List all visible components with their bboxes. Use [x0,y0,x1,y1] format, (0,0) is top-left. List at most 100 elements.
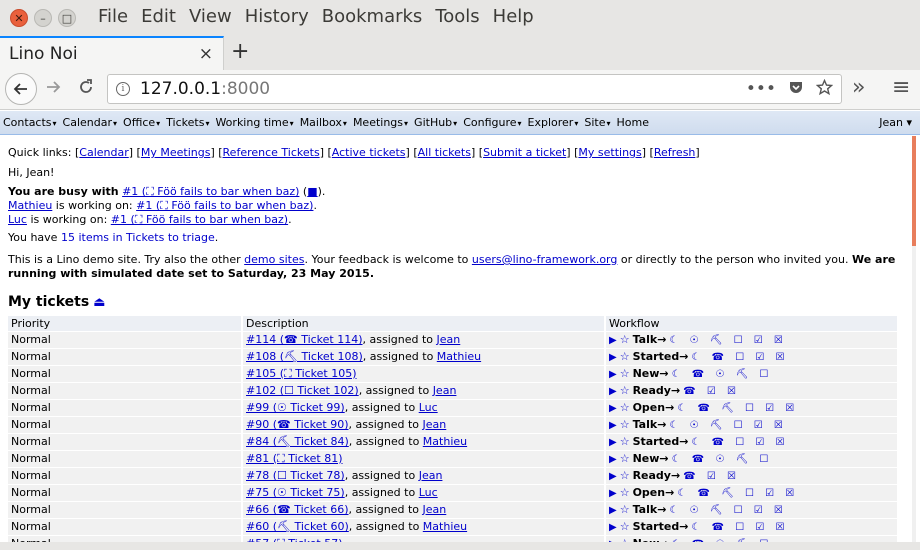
assignee-link[interactable]: Luc [419,401,438,414]
ticket-link[interactable]: #108 (⛏ Ticket 108) [246,350,363,363]
workflow-actions[interactable]: ☎ ☑ ☒ [683,386,740,397]
ticket-link[interactable]: #84 (⛏ Ticket 84) [246,435,349,448]
window-minimize-button[interactable]: – [34,9,52,27]
star-icon[interactable]: ☆ [620,350,630,363]
assignee-link[interactable]: Mathieu [423,520,467,533]
app-menu-home[interactable]: Home [614,116,652,129]
assignee-link[interactable]: Jean [437,333,461,346]
app-menu-working-time[interactable]: Working time▾ [212,116,296,129]
workflow-actions[interactable]: ☾ ☎ ⛏ ☐ ☑ ☒ [677,488,798,499]
workflow-actions[interactable]: ☾ ☉ ⛏ ☐ ☑ ☒ [669,335,786,346]
workflow-actions[interactable]: ☾ ☉ ⛏ ☐ ☑ ☒ [669,420,786,431]
quick-link-active-tickets[interactable]: Active tickets [332,146,406,159]
stop-session-icon[interactable]: ■ [307,185,317,198]
start-session-icon[interactable]: ▶ [609,471,617,482]
ticket-link[interactable]: #105 (⛶ Ticket 105) [246,367,357,380]
menu-edit[interactable]: Edit [141,6,176,27]
busy-user-mathieu[interactable]: Mathieu [8,199,52,212]
quick-link-submit-a-ticket[interactable]: Submit a ticket [483,146,566,159]
star-icon[interactable]: ☆ [620,520,630,533]
app-menu-calendar[interactable]: Calendar▾ [60,116,120,129]
hamburger-menu-icon[interactable]: ≡ [892,75,910,100]
ticket-link[interactable]: #81 (⛶ Ticket 81) [246,452,343,465]
tab-close-icon[interactable]: × [199,44,213,64]
workflow-actions[interactable]: ☾ ☎ ☐ ☑ ☒ [691,522,788,533]
bookmark-star-icon[interactable] [816,79,833,96]
user-menu[interactable]: Jean ▾ [879,116,912,129]
ticket-link[interactable]: #102 (☐ Ticket 102) [246,384,359,397]
ticket-link[interactable]: #99 (☉ Ticket 99) [246,401,345,414]
app-menu-mailbox[interactable]: Mailbox▾ [297,116,350,129]
assignee-link[interactable]: Luc [419,486,438,499]
new-tab-button[interactable]: + [231,39,249,64]
star-icon[interactable]: ☆ [620,452,630,465]
workflow-actions[interactable]: ☾ ☉ ⛏ ☐ ☑ ☒ [669,505,786,516]
page-scrollbar[interactable] [912,136,916,542]
forward-button[interactable] [44,78,62,101]
workflow-actions[interactable]: ☾ ☎ ☉ ⛏ ☐ [672,454,773,465]
start-session-icon[interactable]: ▶ [609,488,617,499]
start-session-icon[interactable]: ▶ [609,420,617,431]
quick-link-all-tickets[interactable]: All tickets [418,146,471,159]
ticket-link[interactable]: #60 (⛏ Ticket 60) [246,520,349,533]
start-session-icon[interactable]: ▶ [609,369,617,380]
feedback-email-link[interactable]: users@lino-framework.org [472,253,618,266]
star-icon[interactable]: ☆ [620,486,630,499]
demo-sites-link[interactable]: demo sites [244,253,304,266]
menu-bookmarks[interactable]: Bookmarks [322,6,423,27]
app-menu-site[interactable]: Site▾ [581,116,613,129]
busy-ticket-link[interactable]: #1 (⛶ Föö fails to bar when baz) [122,185,299,198]
busy-user-luc[interactable]: Luc [8,213,27,226]
window-close-button[interactable]: ✕ [10,9,28,27]
quick-link-my-settings[interactable]: My settings [578,146,641,159]
pocket-icon[interactable] [788,79,804,95]
ticket-link[interactable]: #66 (☎ Ticket 66) [246,503,349,516]
start-session-icon[interactable]: ▶ [609,352,617,363]
star-icon[interactable]: ☆ [620,384,630,397]
app-menu-tickets[interactable]: Tickets▾ [163,116,212,129]
workflow-actions[interactable]: ☾ ☎ ☐ ☑ ☒ [691,437,788,448]
assignee-link[interactable]: Jean [423,418,447,431]
workflow-actions[interactable]: ☾ ☎ ☉ ⛏ ☐ [672,369,773,380]
app-menu-contacts[interactable]: Contacts▾ [0,116,60,129]
star-icon[interactable]: ☆ [620,401,630,414]
star-icon[interactable]: ☆ [620,469,630,482]
app-menu-explorer[interactable]: Explorer▾ [525,116,582,129]
star-icon[interactable]: ☆ [620,367,630,380]
assignee-link[interactable]: Jean [433,384,457,397]
start-session-icon[interactable]: ▶ [609,505,617,516]
start-session-icon[interactable]: ▶ [609,437,617,448]
assignee-link[interactable]: Mathieu [423,435,467,448]
start-session-icon[interactable]: ▶ [609,403,617,414]
assignee-link[interactable]: Mathieu [437,350,481,363]
app-menu-office[interactable]: Office▾ [120,116,163,129]
tab-lino-noi[interactable]: Lino Noi × [0,36,224,70]
busy-ticket-link[interactable]: #1 (⛶ Föö fails to bar when baz) [111,213,288,226]
start-session-icon[interactable]: ▶ [609,386,617,397]
assignee-link[interactable]: Jean [423,503,447,516]
star-icon[interactable]: ☆ [620,418,630,431]
scrollbar-thumb[interactable] [912,136,916,246]
site-info-icon[interactable]: i [116,82,130,96]
menu-file[interactable]: File [98,6,128,27]
url-bar[interactable]: i 127.0.0.1:8000 ••• [107,74,842,104]
menu-view[interactable]: View [189,6,232,27]
app-menu-meetings[interactable]: Meetings▾ [350,116,411,129]
page-actions-icon[interactable]: ••• [746,79,776,99]
workflow-actions[interactable]: ☾ ☎ ☐ ☑ ☒ [691,352,788,363]
start-session-icon[interactable]: ▶ [609,335,617,346]
assignee-link[interactable]: Jean [419,469,443,482]
ticket-link[interactable]: #78 (☐ Ticket 78) [246,469,345,482]
busy-ticket-link[interactable]: #1 (⛶ Föö fails to bar when baz) [136,199,313,212]
app-menu-github[interactable]: GitHub▾ [411,116,460,129]
workflow-actions[interactable]: ☎ ☑ ☒ [683,471,740,482]
ticket-link[interactable]: #114 (☎ Ticket 114) [246,333,363,346]
back-button[interactable] [5,73,37,105]
start-session-icon[interactable]: ▶ [609,454,617,465]
quick-link-reference-tickets[interactable]: Reference Tickets [223,146,320,159]
menu-history[interactable]: History [245,6,309,27]
quick-link-calendar[interactable]: Calendar [79,146,128,159]
ticket-link[interactable]: #75 (☉ Ticket 75) [246,486,345,499]
app-menu-configure[interactable]: Configure▾ [460,116,524,129]
star-icon[interactable]: ☆ [620,333,630,346]
